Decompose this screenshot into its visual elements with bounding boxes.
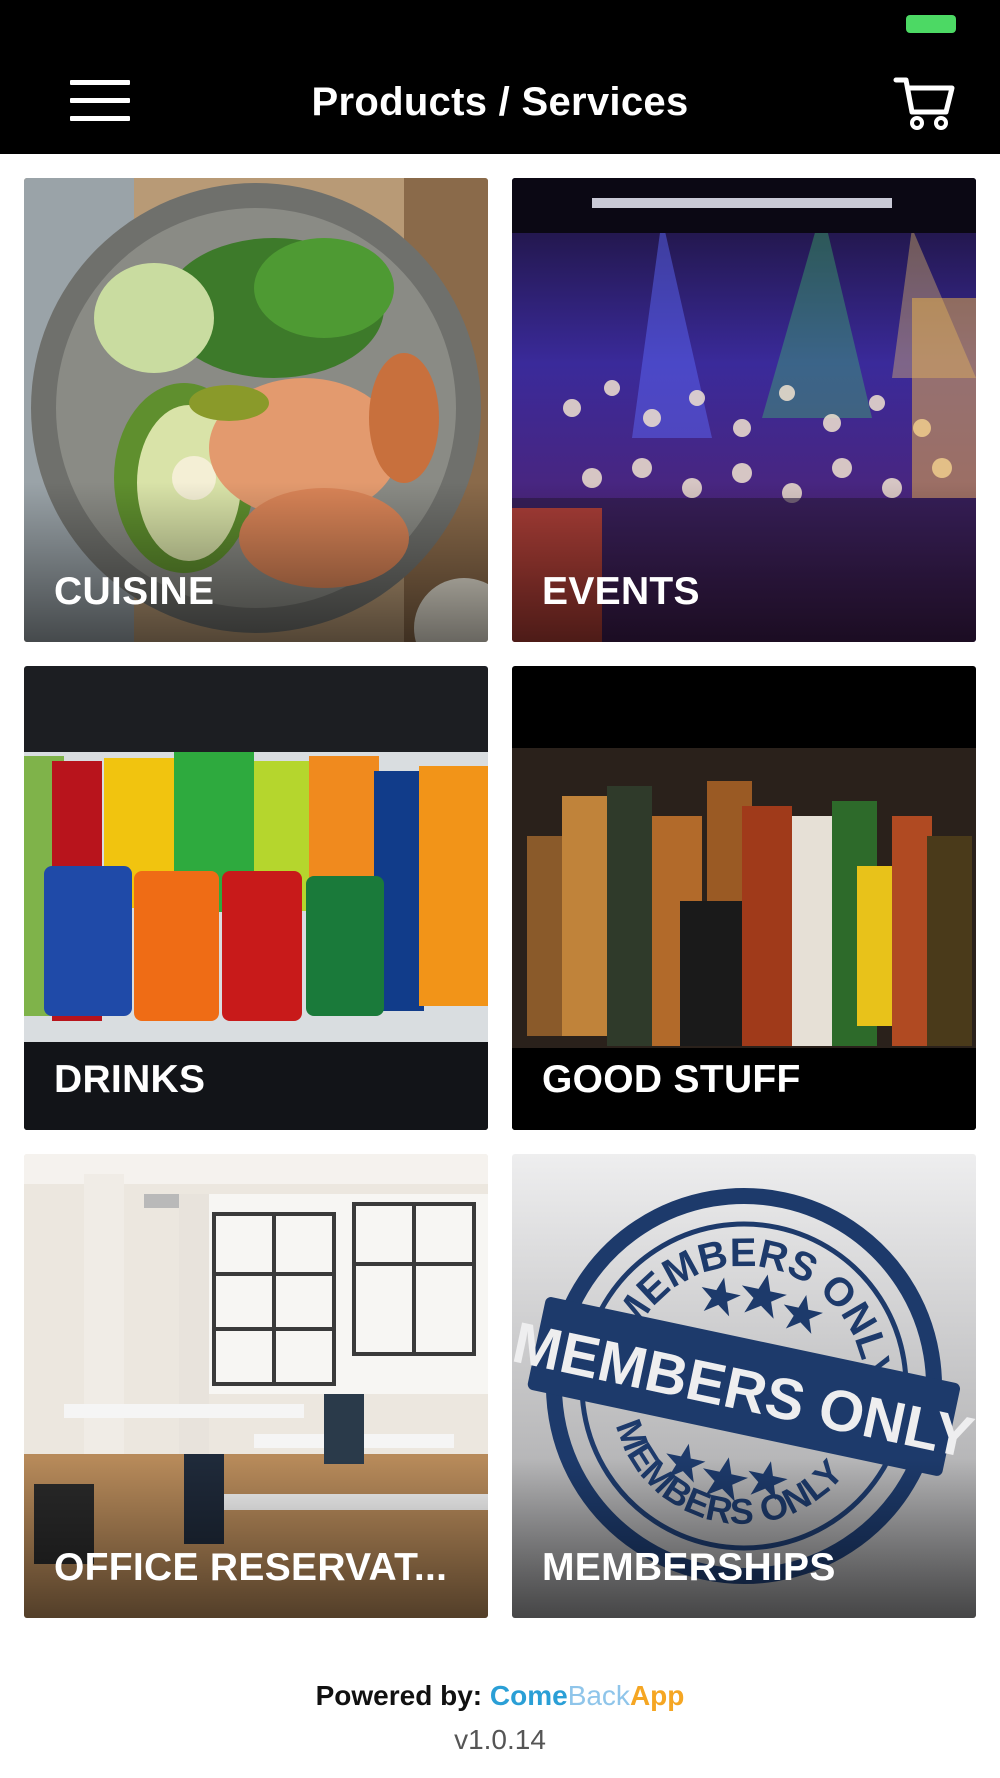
tile-gradient: [512, 1458, 976, 1618]
tile-label: DRINKS: [54, 1058, 206, 1101]
menu-bar-line: [70, 97, 130, 103]
category-tile-memberships[interactable]: MEMBERS ONLY MEMBERS ONLY MEMBERS ONLY M…: [512, 1154, 976, 1618]
brand-name-app[interactable]: App: [630, 1680, 684, 1711]
tile-gradient: [512, 482, 976, 642]
tile-label: OFFICE RESERVAT...: [54, 1546, 448, 1589]
tile-gradient: [24, 1458, 488, 1618]
category-tile-drinks[interactable]: DRINKS: [24, 666, 488, 1130]
tile-label: EVENTS: [542, 570, 700, 613]
powered-by-label: Powered by:: [315, 1680, 490, 1711]
shopping-cart-icon[interactable]: [892, 70, 956, 134]
menu-bar-line: [70, 79, 130, 85]
tile-label: CUISINE: [54, 570, 215, 613]
brand-name-come[interactable]: Come: [490, 1680, 568, 1711]
menu-bar-line: [70, 115, 130, 121]
tile-label: GOOD STUFF: [542, 1058, 801, 1101]
category-tile-office-reservations[interactable]: OFFICE RESERVAT...: [24, 1154, 488, 1618]
brand-name-back[interactable]: Back: [568, 1680, 630, 1711]
app-version: v1.0.14: [454, 1724, 546, 1755]
category-tile-cuisine[interactable]: CUISINE: [24, 178, 488, 642]
powered-by-footer: Powered by: ComeBackApp: [0, 1680, 1000, 1712]
battery-indicator-icon: [906, 15, 956, 33]
category-tile-events[interactable]: EVENTS: [512, 178, 976, 642]
tile-gradient: [24, 482, 488, 642]
page-title: Products / Services: [311, 80, 689, 124]
app-header: Products / Services: [0, 0, 1000, 154]
hamburger-menu-icon[interactable]: [62, 70, 138, 130]
category-tile-good-stuff[interactable]: GOOD STUFF: [512, 666, 976, 1130]
tile-label: MEMBERSHIPS: [542, 1546, 836, 1589]
